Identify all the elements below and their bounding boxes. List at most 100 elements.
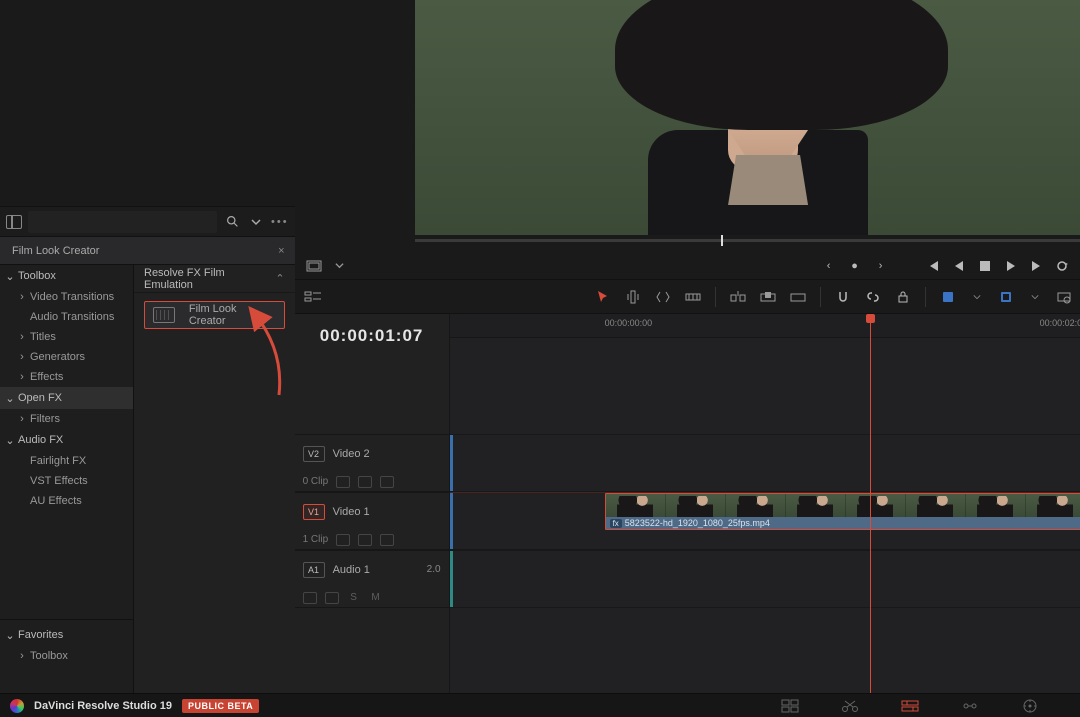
viewer-scrubber[interactable] [415,239,1080,242]
preview-empty [0,0,295,207]
frame-mini-icon[interactable] [325,592,339,604]
filter-label: Film Look Creator [12,245,99,257]
track-tag[interactable]: V2 [303,446,325,462]
solo-mini-icon[interactable]: S [347,592,361,604]
sidebar-item-label: Generators [30,351,85,363]
frame-mini-icon[interactable] [358,534,372,546]
play-icon[interactable] [1002,257,1020,275]
track-tag[interactable]: A1 [303,562,325,578]
more-options-icon[interactable]: ••• [271,216,289,228]
viewer-image[interactable] [415,0,1080,235]
disable-mini-icon[interactable] [380,534,394,546]
search-input[interactable] [28,211,217,233]
sidebar-item-titles[interactable]: ›Titles [0,327,133,347]
playhead[interactable] [870,314,871,693]
prev-frame-icon[interactable] [950,257,968,275]
next-edit-icon[interactable]: › [872,257,890,275]
search-row: ••• [0,207,295,237]
sidebar-openfx[interactable]: ⌄ Open FX [0,387,133,409]
page-media-icon[interactable] [780,698,800,714]
track-tag[interactable]: V1 [303,504,325,520]
marker-dot-icon[interactable]: ● [846,257,864,275]
scrubber-handle[interactable] [721,235,723,246]
channel-count: 2.0 [427,564,441,575]
sidebar-item-label: VST Effects [30,475,88,487]
track-sub-v2: 0 Clip [295,472,449,492]
chevron-down-icon[interactable] [331,257,349,275]
sidebar-item-au[interactable]: AU Effects [0,491,133,511]
sidebar-item-generators[interactable]: ›Generators [0,347,133,367]
sidebar-item-audio-transitions[interactable]: Audio Transitions [0,307,133,327]
track-lane-v1[interactable]: fx 5823522-hd_1920_1080_25fps.mp4 [450,492,1080,530]
sidebar-item-effects[interactable]: ›Effects [0,367,133,387]
effects-content: Resolve FX Film Emulation ⌃ Film Look Cr… [134,265,295,693]
sidebar-audiofx[interactable]: ⌄ Audio FX [0,429,133,451]
sidebar-item-filters[interactable]: ›Filters [0,409,133,429]
loop-icon[interactable] [1054,257,1072,275]
page-edit-icon[interactable] [900,698,920,714]
track-lane-v2[interactable] [450,434,1080,472]
clear-filter-icon[interactable]: × [278,245,284,257]
safe-area-icon[interactable] [305,257,323,275]
ruler-tick: 00:00:02:00 [1040,318,1080,328]
search-icon[interactable] [223,213,241,231]
insert-clip-icon[interactable] [728,287,748,307]
marker-icon[interactable] [996,287,1016,307]
effects-panel: ••• Film Look Creator × ⌄ Toolbox ›Video… [0,0,295,693]
overwrite-clip-icon[interactable] [758,287,778,307]
sidebar-favorites[interactable]: ⌄ Favorites [0,624,133,646]
trim-tool-icon[interactable] [623,287,643,307]
track-name: Audio 1 [333,564,370,576]
sidebar-item-fairlight[interactable]: Fairlight FX [0,451,133,471]
timecode-display[interactable]: 00:00:01:07 [295,314,449,358]
clip-thumbnails [606,494,1080,517]
sidebar-item-vst[interactable]: VST Effects [0,471,133,491]
chevron-down-icon: ⌄ [6,629,14,642]
lock-icon[interactable] [893,287,913,307]
viewer-controls: ‹ ● › [295,252,1080,280]
sidebar-item-favorites-toolbox[interactable]: ›Toolbox [0,646,133,666]
timeline-tracks[interactable]: 00:00:00:00 00:00:02:00 [450,314,1080,693]
track-head-v1[interactable]: V1 Video 1 [295,492,449,530]
stop-icon[interactable] [976,257,994,275]
page-color-icon[interactable] [1020,698,1040,714]
flag-icon[interactable] [938,287,958,307]
effect-film-look-creator[interactable]: Film Look Creator [144,301,285,329]
selection-tool-icon[interactable] [593,287,613,307]
go-start-icon[interactable] [924,257,942,275]
frame-mini-icon[interactable] [358,476,372,488]
replace-clip-icon[interactable] [788,287,808,307]
link-icon[interactable] [863,287,883,307]
ruler-tick: 00:00:00:00 [605,318,653,328]
chevron-down-icon: ⌄ [6,270,14,283]
sidebar-item-video-transitions[interactable]: ›Video Transitions [0,287,133,307]
page-cut-icon[interactable] [840,698,860,714]
sidebar-toolbox[interactable]: ⌄ Toolbox [0,265,133,287]
lock-mini-icon[interactable] [336,534,350,546]
chevron-down-icon[interactable] [247,213,265,231]
blade-tool-icon[interactable] [683,287,703,307]
sidebar-item-label: Audio Transitions [30,311,114,323]
clip[interactable]: fx 5823522-hd_1920_1080_25fps.mp4 [605,493,1080,530]
chevron-down-icon[interactable] [1026,288,1044,306]
track-lane-a1[interactable] [450,550,1080,588]
zoom-icon[interactable] [1054,287,1074,307]
go-end-icon[interactable] [1028,257,1046,275]
prev-edit-icon[interactable]: ‹ [820,257,838,275]
sidebar-item-label: Video Transitions [30,291,114,303]
timeline-options-icon[interactable] [303,287,323,307]
timeline-ruler[interactable]: 00:00:00:00 00:00:02:00 [450,314,1080,338]
effects-category-header[interactable]: Resolve FX Film Emulation ⌃ [134,265,295,293]
track-head-a1[interactable]: A1 Audio 1 2.0 [295,550,449,588]
page-fusion-icon[interactable] [960,698,980,714]
dynamic-trim-icon[interactable] [653,287,673,307]
category-label: Resolve FX Film Emulation [144,267,275,291]
disable-mini-icon[interactable] [380,476,394,488]
chevron-down-icon[interactable] [968,288,986,306]
lock-mini-icon[interactable] [303,592,317,604]
track-head-v2[interactable]: V2 Video 2 [295,434,449,472]
snapping-icon[interactable] [833,287,853,307]
lock-mini-icon[interactable] [336,476,350,488]
mute-mini-icon[interactable]: M [369,592,383,604]
panel-layout-icon[interactable] [6,215,22,229]
